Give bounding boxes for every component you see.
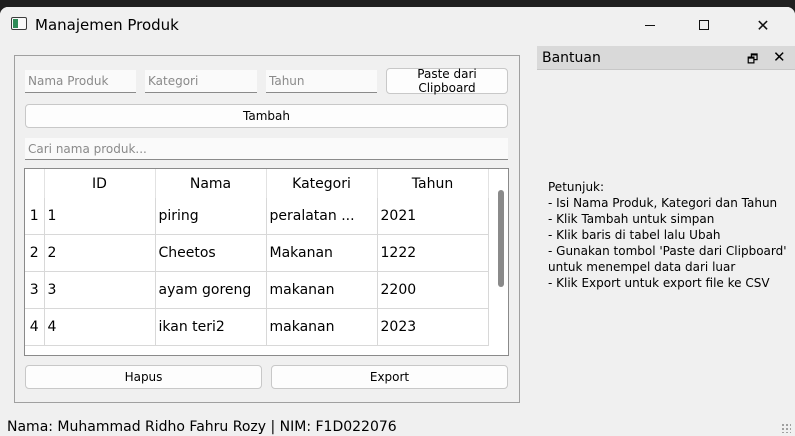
- column-header-kategori[interactable]: Kategori: [266, 169, 378, 198]
- help-dock-titlebar[interactable]: Bantuan 🗗 ✕: [537, 46, 795, 70]
- column-header-nama[interactable]: Nama: [155, 169, 267, 198]
- cell-id[interactable]: 4: [44, 308, 156, 346]
- column-header-id[interactable]: ID: [44, 169, 156, 198]
- table-header: ID Nama Kategori Tahun: [25, 169, 489, 198]
- close-icon: ✕: [756, 15, 770, 35]
- cell-tahun[interactable]: 2021: [377, 198, 489, 235]
- cell-tahun[interactable]: 2200: [377, 271, 489, 309]
- table-row[interactable]: 2 2 Cheetos Makanan 1222: [25, 234, 489, 272]
- kategori-input[interactable]: [145, 70, 257, 93]
- maximize-button[interactable]: [681, 7, 727, 43]
- cell-id[interactable]: 1: [44, 198, 156, 235]
- maximize-icon: [699, 20, 709, 30]
- close-window-button[interactable]: ✕: [740, 7, 786, 43]
- cell-id[interactable]: 3: [44, 271, 156, 309]
- app-window-icon: [11, 17, 27, 30]
- export-button[interactable]: Export: [271, 365, 508, 389]
- table-row[interactable]: 3 3 ayam goreng makanan 2200: [25, 271, 489, 309]
- product-table: ID Nama Kategori Tahun 1 1 piring perala…: [24, 168, 509, 356]
- row-number[interactable]: 1: [25, 198, 45, 235]
- row-number[interactable]: 4: [25, 308, 45, 346]
- window-title: Manajemen Produk: [35, 16, 179, 34]
- search-input[interactable]: [25, 138, 508, 160]
- cell-tahun[interactable]: 2023: [377, 308, 489, 346]
- cell-kategori[interactable]: makanan: [266, 271, 378, 309]
- cell-kategori[interactable]: makanan: [266, 308, 378, 346]
- column-header-tahun[interactable]: Tahun: [377, 169, 489, 198]
- title-bar: Manajemen Produk ✕: [0, 7, 795, 43]
- minimize-button[interactable]: [627, 7, 673, 43]
- status-bar-text: Nama: Muhammad Ridho Fahru Rozy | NIM: F…: [7, 419, 397, 435]
- help-dock-title: Bantuan: [542, 50, 601, 66]
- row-number[interactable]: 3: [25, 271, 45, 309]
- cell-kategori[interactable]: Makanan: [266, 234, 378, 272]
- main-window: Manajemen Produk ✕ Paste dari Clipboard …: [0, 7, 795, 436]
- table-scrollbar[interactable]: [494, 169, 508, 355]
- cell-tahun[interactable]: 1222: [377, 234, 489, 272]
- help-text: Petunjuk: - Isi Nama Produk, Kategori da…: [548, 180, 787, 290]
- cell-kategori[interactable]: peralatan ...: [266, 198, 378, 235]
- corner-cell[interactable]: [25, 169, 45, 198]
- float-icon[interactable]: 🗗: [747, 50, 758, 71]
- cell-nama[interactable]: Cheetos: [155, 234, 267, 272]
- tambah-button[interactable]: Tambah: [25, 104, 508, 128]
- cell-nama[interactable]: ayam goreng: [155, 271, 267, 309]
- row-number[interactable]: 2: [25, 234, 45, 272]
- paste-clipboard-button[interactable]: Paste dari Clipboard: [386, 67, 508, 95]
- cell-id[interactable]: 2: [44, 234, 156, 272]
- hapus-button[interactable]: Hapus: [25, 365, 262, 389]
- tahun-input[interactable]: [266, 70, 377, 93]
- scrollbar-thumb[interactable]: [498, 190, 504, 287]
- minimize-icon: [645, 24, 655, 26]
- cell-nama[interactable]: piring: [155, 198, 267, 235]
- cell-nama[interactable]: ikan teri2: [155, 308, 267, 346]
- nama-produk-input[interactable]: [25, 70, 136, 93]
- close-icon[interactable]: ✕: [773, 48, 786, 66]
- resize-grip-icon[interactable]: [781, 423, 791, 433]
- table-row[interactable]: 1 1 piring peralatan ... 2021: [25, 198, 489, 235]
- table-row[interactable]: 4 4 ikan teri2 makanan 2023: [25, 308, 489, 346]
